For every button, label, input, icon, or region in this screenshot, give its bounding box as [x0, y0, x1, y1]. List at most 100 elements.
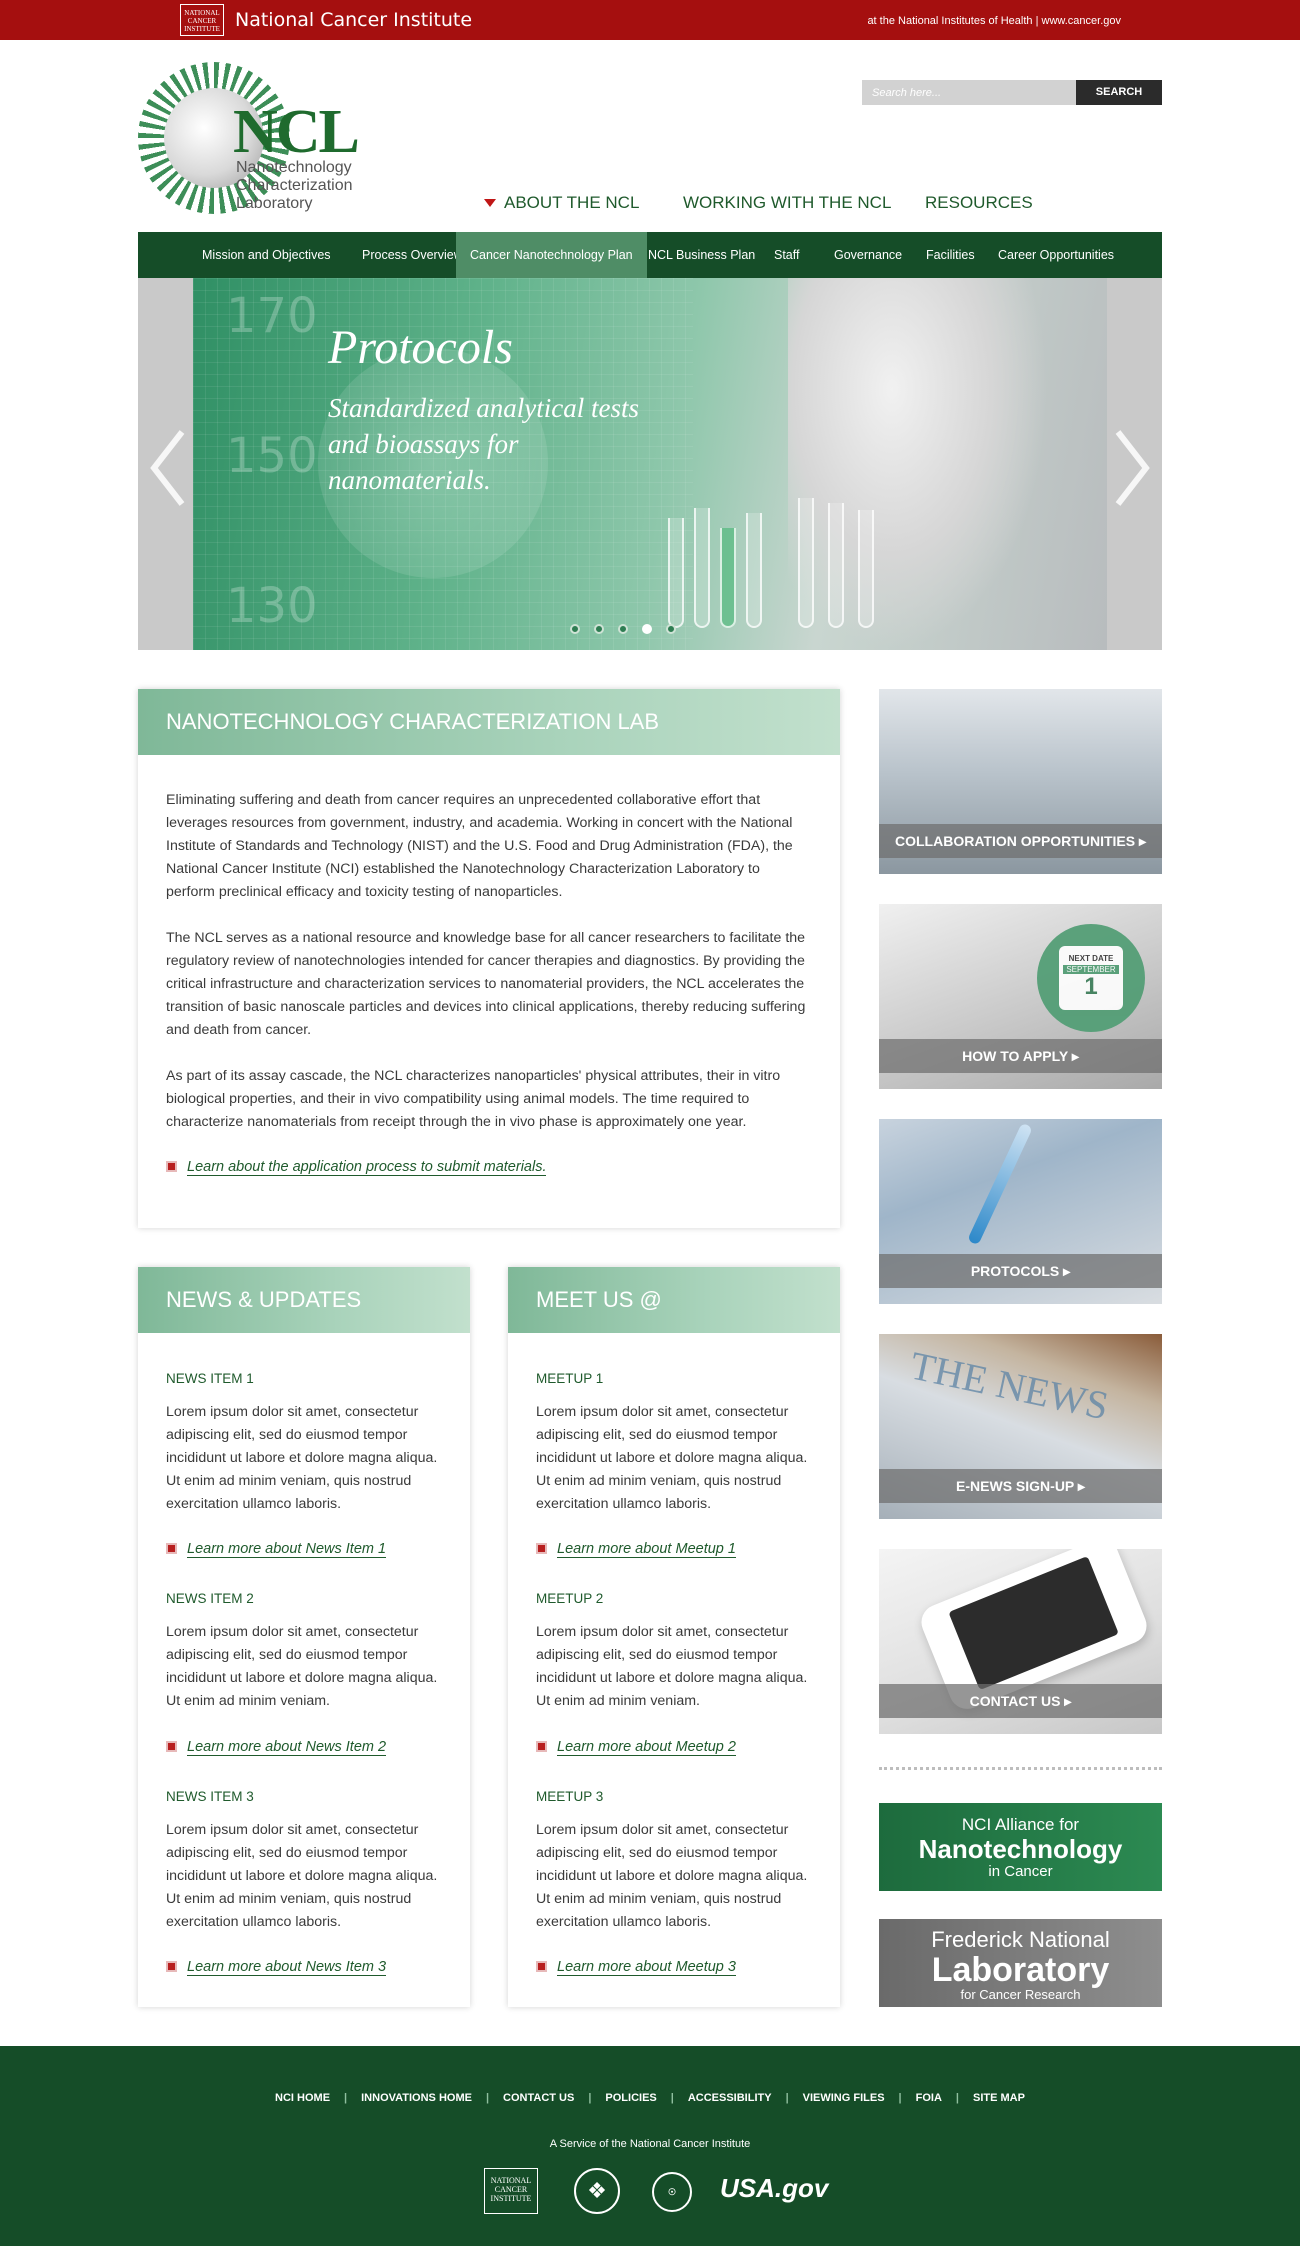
news-heading: NEWS & UPDATES: [138, 1267, 470, 1333]
divider: [879, 1767, 1162, 1770]
active-arrow-icon: [484, 199, 496, 207]
ncl-logo[interactable]: NCL Nanotechnology Characterization Labo…: [138, 62, 388, 222]
tile-caption[interactable]: COLLABORATION OPPORTUNITIES ▸: [879, 824, 1162, 858]
news-item-link-text[interactable]: Learn more about News Item 2: [187, 1739, 387, 1756]
hero-bg-number: 170: [226, 288, 318, 344]
subnav-cancer-plan[interactable]: Cancer Nanotechnology Plan: [456, 232, 647, 278]
usa-gov-logo[interactable]: USA.gov: [720, 2168, 828, 2214]
alliance-banner[interactable]: NCI Alliance for Nanotechnology in Cance…: [879, 1803, 1162, 1891]
test-tube: [720, 528, 736, 628]
subnav-mission[interactable]: Mission and Objectives: [188, 232, 345, 278]
nci-footer-logo[interactable]: NATIONAL CANCER INSTITUTE: [484, 2168, 538, 2214]
meetup-link[interactable]: Learn more about Meetup 3: [536, 1959, 736, 1976]
slide-dot-1[interactable]: [570, 624, 580, 634]
subnav-facilities[interactable]: Facilities: [912, 232, 989, 278]
bullet-icon: [166, 1961, 177, 1972]
footer-link-contact[interactable]: CONTACT US: [489, 2092, 588, 2104]
logo-line-3: Laboratory: [236, 195, 313, 212]
hhs-eagle-icon[interactable]: ❖: [574, 2168, 620, 2214]
about-heading: NANOTECHNOLOGY CHARACTERIZATION LAB: [138, 689, 840, 755]
tile-caption[interactable]: E-NEWS SIGN-UP ▸: [879, 1469, 1162, 1503]
nav-about[interactable]: ABOUT THE NCL: [504, 193, 639, 213]
tile-caption[interactable]: CONTACT US ▸: [879, 1684, 1162, 1718]
hero-title: Protocols: [328, 321, 513, 374]
banner-line-1: Frederick National: [931, 1927, 1110, 1952]
news-item-body: Lorem ipsum dolor sit amet, consectetur …: [166, 1404, 438, 1512]
slide-dot-2[interactable]: [594, 624, 604, 634]
calendar-day: 1: [1084, 973, 1098, 1000]
bullet-icon: [166, 1543, 177, 1554]
tile-protocols[interactable]: PROTOCOLS ▸: [879, 1119, 1162, 1304]
application-link-text[interactable]: Learn about the application process to s…: [187, 1159, 547, 1176]
news-item-title: NEWS ITEM 2: [166, 1591, 254, 1606]
nav-resources[interactable]: RESOURCES: [925, 193, 1033, 213]
footer-link-viewing-files[interactable]: VIEWING FILES: [789, 2092, 899, 2104]
footer-link-innovations[interactable]: INNOVATIONS HOME: [347, 2092, 486, 2104]
footer-link-nci-home[interactable]: NCI HOME: [261, 2092, 344, 2104]
bullet-icon: [536, 1961, 547, 1972]
about-paragraph-2: The NCL serves as a national resource an…: [166, 930, 806, 1038]
footer-links: NCI HOME | INNOVATIONS HOME | CONTACT US | POL…: [0, 2092, 1300, 2104]
subnav-business-plan[interactable]: NCL Business Plan: [634, 232, 769, 278]
footer-logos: NATIONAL CANCER INSTITUTE ❖ ☉ USA.gov: [484, 2168, 828, 2218]
sub-nav: Mission and Objectives Process Overview …: [138, 232, 1162, 278]
slide-dot-4[interactable]: [642, 624, 652, 634]
banner-line-2: Laboratory: [931, 1951, 1110, 1989]
news-item-title: NEWS ITEM 1: [166, 1371, 254, 1386]
tile-contact[interactable]: CONTACT US ▸: [879, 1549, 1162, 1734]
logo-line-2: Characterization: [236, 177, 353, 194]
nci-logo[interactable]: NATIONAL CANCER INSTITUTE: [180, 4, 224, 36]
banner-line-3: in Cancer: [988, 1863, 1053, 1880]
banner-line-1: NCI Alliance for: [961, 1815, 1080, 1834]
news-item-link-text[interactable]: Learn more about News Item 3: [187, 1959, 387, 1976]
meetup-link-text[interactable]: Learn more about Meetup 1: [557, 1541, 736, 1558]
tile-enews[interactable]: THE NEWS E-NEWS SIGN-UP ▸: [879, 1334, 1162, 1519]
prev-slide-arrow-icon[interactable]: [148, 428, 188, 508]
about-paragraph-3: As part of its assay cascade, the NCL ch…: [166, 1068, 781, 1130]
frederick-banner[interactable]: Frederick National Laboratory for Cancer…: [879, 1919, 1162, 2007]
logo-letters: NCL: [233, 98, 360, 166]
meetup-link-text[interactable]: Learn more about Meetup 3: [557, 1959, 736, 1976]
service-text: A Service of the National Cancer Institu…: [549, 2138, 751, 2150]
nih-seal-icon[interactable]: ☉: [652, 2172, 692, 2212]
news-item-link[interactable]: Learn more about News Item 3: [166, 1959, 387, 1976]
footer-link-foia[interactable]: FOIA: [902, 2092, 956, 2104]
meetup-title: MEETUP 2: [536, 1591, 604, 1606]
news-item-link[interactable]: Learn more about News Item 1: [166, 1541, 387, 1558]
search-input[interactable]: [862, 80, 1076, 105]
news-item-body: Lorem ipsum dolor sit amet, consectetur …: [166, 1624, 438, 1709]
footer-link-accessibility[interactable]: ACCESSIBILITY: [674, 2092, 786, 2104]
search-button[interactable]: SEARCH: [1076, 80, 1162, 105]
news-item-link[interactable]: Learn more about News Item 2: [166, 1739, 387, 1756]
meetup-link[interactable]: Learn more about Meetup 2: [536, 1739, 736, 1756]
hero-bg-number: 150: [226, 428, 318, 484]
subnav-governance[interactable]: Governance: [820, 232, 916, 278]
tile-caption[interactable]: HOW TO APPLY ▸: [879, 1039, 1162, 1073]
tile-how-to-apply[interactable]: NEXT DATE SEPTEMBER 1 HOW TO APPLY ▸: [879, 904, 1162, 1089]
banner-line-2: Nanotechnology: [918, 1834, 1123, 1864]
nav-working[interactable]: WORKING WITH THE NCL: [683, 193, 891, 213]
hero-test-tubes: [658, 478, 958, 648]
footer: NCI HOME | INNOVATIONS HOME | CONTACT US | POL…: [0, 2046, 1300, 2246]
news-item-link-text[interactable]: Learn more about News Item 1: [187, 1541, 387, 1558]
meetup-body: Lorem ipsum dolor sit amet, consectetur …: [536, 1624, 808, 1709]
calendar-page: NEXT DATE SEPTEMBER 1: [1059, 946, 1123, 1010]
nci-title[interactable]: National Cancer Institute: [235, 9, 472, 31]
nih-link[interactable]: at the National Institutes of Health | w…: [867, 15, 1121, 27]
test-tube: [798, 498, 814, 628]
subnav-careers[interactable]: Career Opportunities: [984, 232, 1128, 278]
meetup-link-text[interactable]: Learn more about Meetup 2: [557, 1739, 736, 1756]
footer-link-policies[interactable]: POLICIES: [591, 2092, 670, 2104]
subnav-staff[interactable]: Staff: [760, 232, 813, 278]
next-slide-arrow-icon[interactable]: [1112, 428, 1152, 508]
tile-collaboration[interactable]: COLLABORATION OPPORTUNITIES ▸: [879, 689, 1162, 874]
tile-caption[interactable]: PROTOCOLS ▸: [879, 1254, 1162, 1288]
slide-dot-5[interactable]: [666, 624, 676, 634]
test-tube: [828, 503, 844, 628]
news-item-title: NEWS ITEM 3: [166, 1789, 254, 1804]
meetup-link[interactable]: Learn more about Meetup 1: [536, 1541, 736, 1558]
application-link[interactable]: Learn about the application process to s…: [166, 1159, 547, 1176]
footer-link-site-map[interactable]: SITE MAP: [959, 2092, 1039, 2104]
slide-dot-3[interactable]: [618, 624, 628, 634]
meet-heading: MEET US @: [508, 1267, 840, 1333]
